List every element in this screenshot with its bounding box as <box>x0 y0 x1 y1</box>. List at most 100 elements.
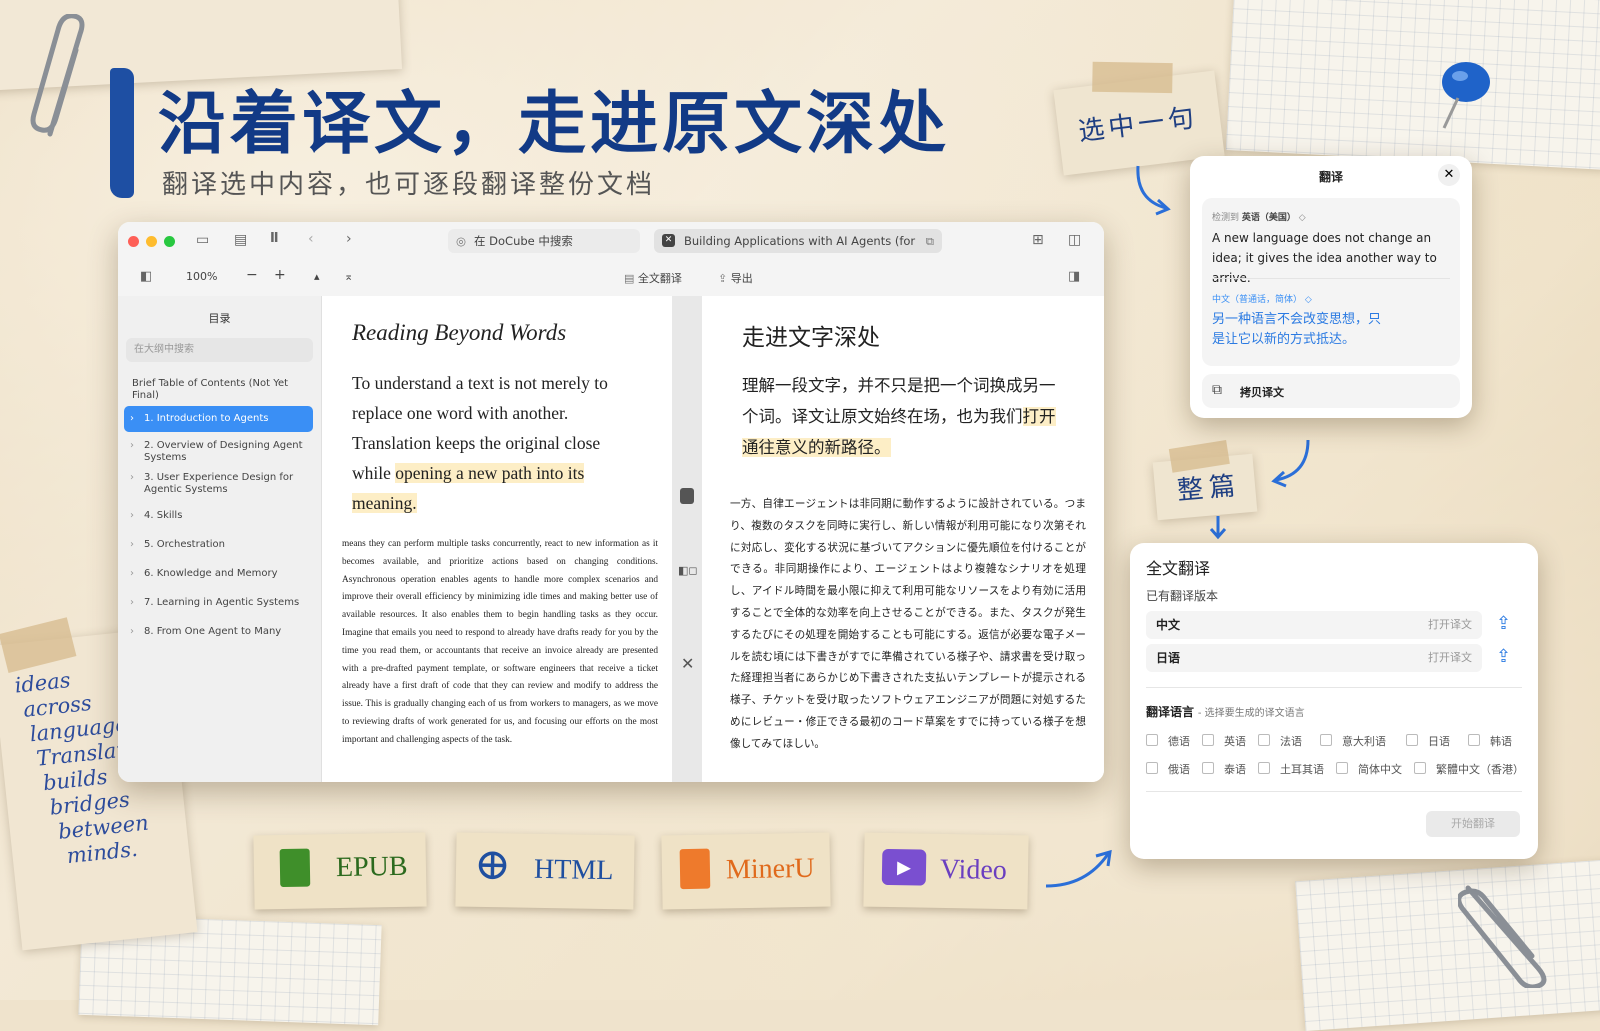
chevron-right-icon: › <box>130 597 134 608</box>
outline-item[interactable]: › 3. User Experience Design for Agentic S… <box>124 472 313 496</box>
existing-versions-label: 已有翻译版本 <box>1146 589 1219 603</box>
share-icon[interactable]: ⧉ <box>926 229 934 253</box>
language-checkbox[interactable]: 泰语 <box>1202 761 1246 777</box>
translate-all-button[interactable]: ▤ 全文翻译 <box>624 270 682 286</box>
chevron-right-icon: › <box>130 539 134 550</box>
chevron-right-icon: › <box>130 510 134 521</box>
version-row[interactable]: 中文 打开译文 <box>1146 611 1482 639</box>
close-icon[interactable]: ✕ <box>681 654 694 673</box>
outline-item[interactable]: › 1. Introduction to Agents <box>124 406 313 432</box>
copy-translation-button[interactable]: ⧉ 拷贝译文 <box>1202 374 1460 408</box>
previous-page-icon[interactable]: ▴ <box>314 270 320 283</box>
sync-scroll-icon[interactable]: ◧◻ <box>678 564 698 577</box>
target-language[interactable]: 中文（普通话，简体） ◇ <box>1212 292 1312 305</box>
tab-document[interactable]: ✕ Building Applications with AI Agents (… <box>654 229 942 253</box>
forward-icon[interactable]: › <box>346 231 352 247</box>
language-option: 英语 <box>1224 735 1246 748</box>
chevron-right-icon: › <box>130 568 134 579</box>
document-icon: ✕ <box>662 234 675 247</box>
share-icon[interactable]: ⇪ <box>1496 613 1511 634</box>
next-page-icon[interactable]: ⌅ <box>344 270 353 283</box>
outline-item-label: 4. Skills <box>144 510 183 521</box>
brush-stroke <box>110 68 134 198</box>
language-option: 意大利语 <box>1342 735 1386 748</box>
tab-label: Building Applications with AI Agents (fo… <box>684 234 916 248</box>
language-checkbox[interactable]: 日语 <box>1406 733 1450 749</box>
language-checkbox[interactable]: 英语 <box>1202 733 1246 749</box>
outline-item-label: 6. Knowledge and Memory <box>144 568 278 579</box>
outline-item-label: 7. Learning in Agentic Systems <box>144 597 300 608</box>
pause-icon[interactable] <box>680 488 694 504</box>
language-checkbox[interactable]: 德语 <box>1146 733 1190 749</box>
folder-icon[interactable]: ▭ <box>196 232 209 248</box>
popup-title: 翻译 <box>1318 170 1343 184</box>
language-checkbox[interactable]: 简体中文 <box>1336 761 1402 777</box>
start-translation-button[interactable]: 开始翻译 <box>1426 811 1520 837</box>
export-button[interactable]: ⇪ 导出 <box>718 270 753 286</box>
tab-search[interactable]: ◎ 在 DoCube 中搜索 <box>448 229 640 253</box>
outline-item[interactable]: › 7. Learning in Agentic Systems <box>124 597 313 609</box>
target-lang: 中文（普通话，简体） <box>1212 295 1303 305</box>
share-icon[interactable]: ⇪ <box>1496 646 1511 667</box>
export-icon: ⇪ <box>718 272 731 285</box>
split-view-icon[interactable]: ◫ <box>1068 232 1081 248</box>
reader-icon[interactable]: Ⅱ <box>270 231 279 246</box>
language-checkbox[interactable]: 土耳其语 <box>1258 761 1324 777</box>
outline-item[interactable]: › 4. Skills <box>124 510 313 522</box>
language-checkbox[interactable]: 法语 <box>1258 733 1302 749</box>
translation-paragraph[interactable]: 理解一段文字，并不只是把一个词换成另一个词。译文让原文始终在场，也为我们打开通往… <box>742 370 1062 463</box>
open-translation-button[interactable]: 打开译文 <box>1428 644 1472 672</box>
zoom-out-button[interactable]: − <box>246 267 258 283</box>
format-card-mineru: MinerU <box>661 832 831 910</box>
close-icon[interactable]: ✕ <box>1438 164 1460 186</box>
export-label: 导出 <box>730 272 753 285</box>
chevron-right-icon: › <box>130 440 134 451</box>
open-translation-button[interactable]: 打开译文 <box>1428 611 1472 639</box>
zoom-level[interactable]: 100% <box>186 270 217 283</box>
note-select-sentence: 选中一句 <box>1076 102 1200 148</box>
language-checkbox[interactable]: 俄语 <box>1146 761 1190 777</box>
chevron-right-icon: › <box>130 413 134 424</box>
detected-language[interactable]: 检测到 英语（美国） ◇ <box>1212 210 1306 223</box>
translation-body: 一方、自律エージェントは非同期に動作するように設計されている。つまり、複数のタス… <box>730 499 1086 750</box>
separator <box>1146 687 1522 688</box>
arrow-icon <box>1209 516 1227 540</box>
panel-title: 全文翻译 <box>1146 559 1211 578</box>
arrow-icon <box>1045 849 1112 888</box>
outline-item[interactable]: › 6. Knowledge and Memory <box>124 568 313 580</box>
outline-item[interactable]: › 2. Overview of Designing Agent Systems <box>124 440 313 464</box>
back-icon[interactable]: ‹ <box>308 231 314 247</box>
outline-search-input[interactable]: 在大纲中搜索 <box>126 338 313 362</box>
original-paragraph[interactable]: To understand a text is not merely to re… <box>352 368 642 518</box>
original-title: Reading Beyond Words <box>352 320 567 345</box>
zoom-in-button[interactable]: + <box>274 267 286 283</box>
language-hint: - 选择要生成的译文语言 <box>1197 708 1305 719</box>
arrow-icon <box>1271 439 1310 488</box>
version-row[interactable]: 日语 打开译文 <box>1146 644 1482 672</box>
paperclip-icon <box>30 14 85 137</box>
library-icon[interactable]: ▤ <box>234 232 247 248</box>
outline-item-label: 3. User Experience Design for Agentic Sy… <box>144 472 294 495</box>
search-icon: ◎ <box>456 234 467 248</box>
translation-text: 理解一段文字，并不只是把一个词换成另一个词。译文让原文始终在场，也为我们 <box>742 376 1056 426</box>
new-tab-icon[interactable]: ⊞ <box>1032 232 1044 248</box>
outline-sidebar: 目录 在大纲中搜索 Brief Table of Contents (Not Y… <box>118 296 322 782</box>
sidebar-toggle-icon[interactable]: ◧ <box>140 269 152 284</box>
full-translation-panel: 全文翻译 已有翻译版本 中文 打开译文 ⇪ 日语 打开译文 ⇪ 翻译语言 - 选… <box>1130 543 1538 859</box>
language-checkbox[interactable]: 繁體中文（香港） <box>1414 761 1524 777</box>
language-checkbox[interactable]: 意大利语 <box>1320 733 1386 749</box>
format-label: MinerU <box>725 852 815 886</box>
file-icon <box>679 848 711 890</box>
original-document-pane: Reading Beyond Words To understand a tex… <box>322 296 672 782</box>
minimize-window-button[interactable] <box>146 236 157 247</box>
separator <box>1212 278 1450 279</box>
language-option: 泰语 <box>1224 763 1246 776</box>
outline-item[interactable]: › 5. Orchestration <box>124 539 313 551</box>
outline-item[interactable]: › 8. From One Agent to Many <box>124 626 313 638</box>
close-window-button[interactable] <box>128 236 139 247</box>
language-checkbox[interactable]: 韩语 <box>1468 733 1512 749</box>
inspector-toggle-icon[interactable]: ◨ <box>1068 269 1080 284</box>
maximize-window-button[interactable] <box>164 236 175 247</box>
video-icon: ▶ <box>881 848 927 886</box>
pane-divider[interactable]: ◧◻ ✕ <box>672 296 702 782</box>
